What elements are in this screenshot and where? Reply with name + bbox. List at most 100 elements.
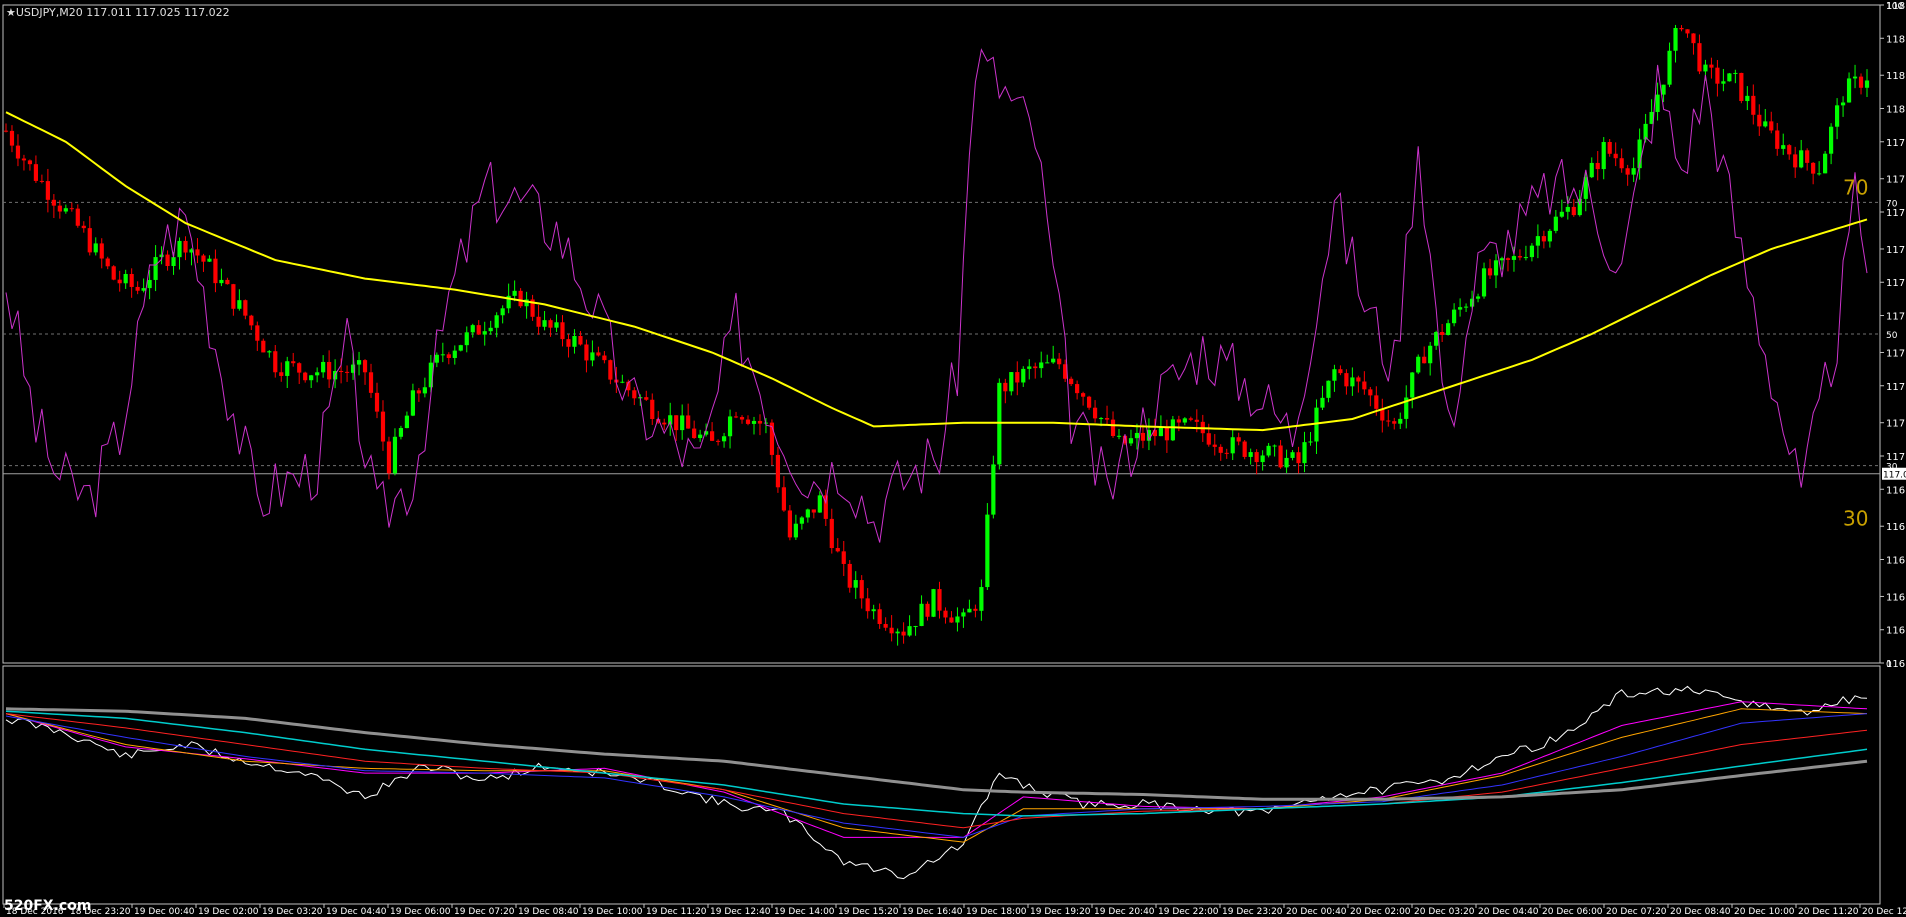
chart-header: ★USDJPY,M20 117.011 117.025 117.022 xyxy=(6,6,230,19)
candle xyxy=(1284,457,1289,468)
candle xyxy=(153,257,158,280)
candle xyxy=(1440,332,1445,335)
time-tick-label: 19 Dec 12:40 xyxy=(710,907,771,917)
candle xyxy=(1541,236,1546,242)
candle xyxy=(1511,256,1517,260)
candle xyxy=(1392,421,1397,424)
candle xyxy=(1182,418,1187,423)
candle xyxy=(1368,389,1373,396)
candle xyxy=(1021,368,1026,383)
candle xyxy=(422,387,427,394)
candle xyxy=(1057,358,1062,365)
price-tick-label: 116.69 xyxy=(1886,592,1906,603)
candle xyxy=(111,266,116,280)
candle xyxy=(757,420,763,424)
candle xyxy=(1864,80,1870,88)
candle xyxy=(500,308,505,316)
candle xyxy=(937,589,942,611)
candle xyxy=(237,300,242,309)
candle xyxy=(793,523,798,538)
time-tick-label: 19 Dec 08:40 xyxy=(518,907,579,917)
candle xyxy=(1547,230,1552,242)
candle xyxy=(1817,173,1822,175)
candle xyxy=(901,631,906,636)
candle xyxy=(39,180,44,182)
candle xyxy=(1326,380,1331,398)
time-tick-label: 19 Dec 11:20 xyxy=(646,907,707,917)
candle xyxy=(1230,437,1235,454)
candle xyxy=(1571,206,1576,216)
candle xyxy=(482,331,487,335)
candle xyxy=(1248,452,1253,457)
candle xyxy=(386,441,392,474)
candle xyxy=(327,361,332,380)
current-price-label: 117.022 xyxy=(1883,471,1906,481)
candle xyxy=(919,603,924,627)
candle xyxy=(165,254,170,267)
candle xyxy=(1098,418,1104,420)
time-tick-label: 19 Dec 22:00 xyxy=(1158,907,1219,917)
candle xyxy=(1745,95,1750,102)
candle xyxy=(1272,445,1277,447)
candle xyxy=(273,351,278,373)
candle xyxy=(1176,419,1181,423)
candle xyxy=(865,598,870,612)
candle xyxy=(21,158,27,161)
candle xyxy=(889,627,894,634)
candle xyxy=(1386,420,1391,422)
time-tick-label: 19 Dec 02:00 xyxy=(198,907,259,917)
candle xyxy=(45,181,50,200)
time-tick-label: 20 Dec 00:40 xyxy=(1286,907,1347,917)
candle xyxy=(279,372,284,376)
candle xyxy=(512,290,517,296)
candle xyxy=(243,300,248,316)
candle xyxy=(877,609,882,625)
time-tick-label: 19 Dec 04:40 xyxy=(326,907,387,917)
candle xyxy=(733,416,739,418)
candle xyxy=(1092,407,1098,419)
candle xyxy=(680,415,685,431)
candle xyxy=(943,610,948,618)
candle xyxy=(536,316,541,327)
time-tick-label: 19 Dec 23:20 xyxy=(1222,907,1283,917)
candle xyxy=(1475,296,1481,299)
candle xyxy=(542,320,547,327)
candle xyxy=(1218,446,1223,453)
candle xyxy=(566,339,571,347)
candle xyxy=(1679,27,1684,30)
candle xyxy=(1505,258,1511,260)
candle xyxy=(225,279,230,285)
candle xyxy=(135,286,140,291)
candle xyxy=(1685,29,1690,34)
candle xyxy=(219,279,224,284)
candle xyxy=(1452,309,1457,324)
candle xyxy=(99,243,104,259)
candle xyxy=(1625,168,1630,175)
candle xyxy=(1805,150,1810,163)
candle xyxy=(362,360,368,373)
candle xyxy=(1751,95,1756,115)
candle xyxy=(560,322,565,340)
time-tick-label: 19 Dec 16:40 xyxy=(902,907,963,917)
time-tick-label: 19 Dec 00:40 xyxy=(134,907,195,917)
candle xyxy=(261,340,266,353)
candle xyxy=(518,290,523,307)
time-tick-label: 19 Dec 10:00 xyxy=(582,907,643,917)
candle xyxy=(129,273,134,287)
price-tick-label: 117.26 xyxy=(1886,382,1906,393)
candle xyxy=(1834,105,1840,127)
candle xyxy=(434,354,439,363)
candle xyxy=(596,352,601,356)
candle xyxy=(1188,418,1193,420)
candle xyxy=(1757,114,1762,127)
candle xyxy=(1224,452,1229,454)
candle xyxy=(961,612,966,617)
candle xyxy=(1446,323,1451,335)
candle xyxy=(63,208,68,212)
candle xyxy=(727,416,733,437)
ribbon-line xyxy=(5,685,1868,880)
candle xyxy=(1051,358,1056,363)
price-tick-label: 117.45 xyxy=(1886,312,1906,323)
rsi-line xyxy=(5,48,1868,543)
price-tick-label: 118.01 xyxy=(1886,105,1906,116)
